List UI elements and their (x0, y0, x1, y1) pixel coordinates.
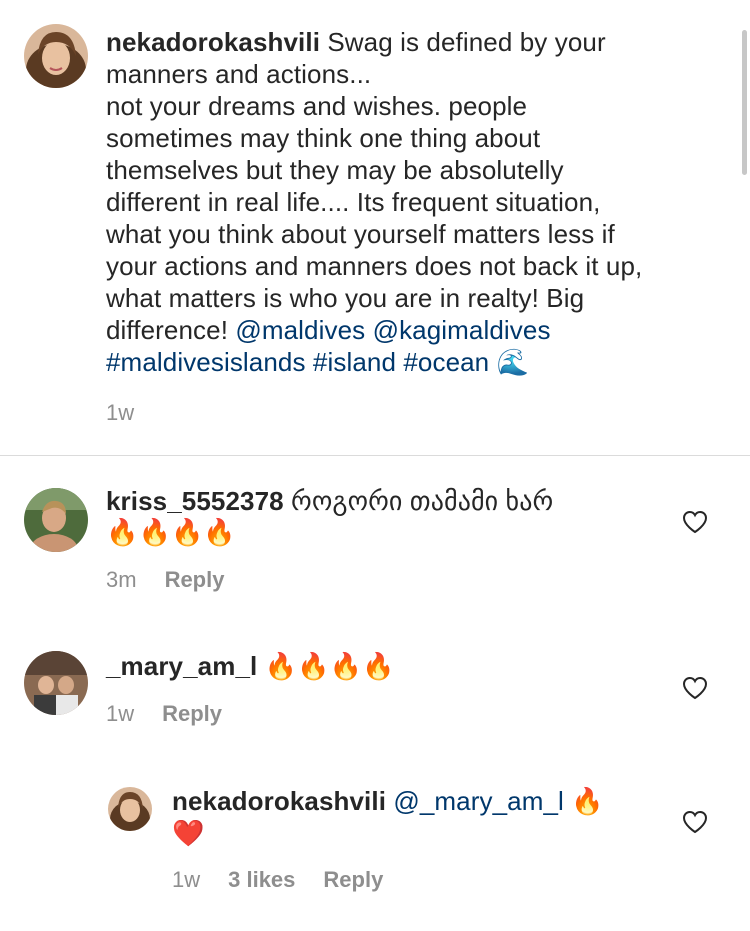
reply-meta: 1w 3 likes Reply (172, 867, 411, 893)
scrollbar[interactable] (742, 30, 747, 175)
reply-button[interactable]: Reply (165, 567, 225, 592)
mention-link[interactable]: @_mary_am_l (393, 786, 564, 816)
reply-text: nekadorokashvili @_mary_am_l 🔥 ❤️ (172, 785, 672, 850)
caption-line: manners and actions... (106, 59, 372, 89)
caption-line: difference! (106, 315, 236, 345)
comment-text: _mary_am_l 🔥🔥🔥🔥 (106, 650, 666, 683)
caption-avatar[interactable] (24, 24, 88, 88)
hashtag-link[interactable]: #ocean (403, 347, 489, 377)
caption-line: what matters is who you are in realty! B… (106, 283, 585, 313)
fire-emoji: 🔥 (571, 787, 604, 817)
caption-line: your actions and manners does not back i… (106, 251, 643, 281)
comment-avatar[interactable] (24, 651, 88, 715)
caption-line: what you think about yourself matters le… (106, 219, 615, 249)
heart-outline-icon[interactable] (682, 676, 708, 700)
hashtag-link[interactable]: #maldivesislands (106, 347, 306, 377)
caption-username[interactable]: nekadorokashvili (106, 27, 320, 57)
heart-outline-icon[interactable] (682, 510, 708, 534)
reply-button[interactable]: Reply (162, 701, 222, 726)
caption-line: not your dreams and wishes. people (106, 91, 528, 121)
comment-time: 1w (106, 701, 135, 726)
comment-time: 3m (106, 567, 137, 592)
caption-line: sometimes may think one thing about (106, 123, 541, 153)
caption-time: 1w (106, 400, 135, 425)
comment-username[interactable]: kriss_5552378 (106, 486, 284, 516)
comment-meta: 3m Reply (106, 567, 252, 593)
caption-line: Swag is defined by your (327, 27, 606, 57)
divider (0, 455, 750, 456)
reply-time: 1w (172, 867, 201, 892)
comment-text: kriss_5552378 როგორი თამამი ხარ 🔥🔥🔥🔥 (106, 485, 666, 549)
caption-line: themselves but they may be absolutelly (106, 155, 564, 185)
heart-outline-icon[interactable] (682, 810, 708, 834)
reply-username[interactable]: nekadorokashvili (172, 786, 386, 816)
reply-button[interactable]: Reply (323, 867, 383, 892)
wave-emoji: 🌊 (496, 348, 530, 378)
mention-link[interactable]: @kagimaldives (373, 315, 551, 345)
fire-emojis: 🔥🔥🔥🔥 (264, 652, 395, 682)
likes-count[interactable]: 3 likes (228, 867, 295, 892)
fire-emojis: 🔥🔥🔥🔥 (106, 518, 236, 548)
comment-body: როგორი თამამი ხარ (291, 486, 554, 516)
caption-text: nekadorokashvili Swag is defined by your… (106, 26, 706, 379)
caption-line: different in real life.... Its frequent … (106, 187, 601, 217)
mention-link[interactable]: @maldives (235, 315, 365, 345)
caption-meta: 1w (106, 400, 162, 426)
reply-avatar[interactable] (108, 787, 152, 831)
comment-meta: 1w Reply (106, 701, 250, 727)
heart-emoji: ❤️ (172, 819, 205, 849)
comment-avatar[interactable] (24, 488, 88, 552)
comment-username[interactable]: _mary_am_l (106, 651, 257, 681)
hashtag-link[interactable]: #island (313, 347, 396, 377)
